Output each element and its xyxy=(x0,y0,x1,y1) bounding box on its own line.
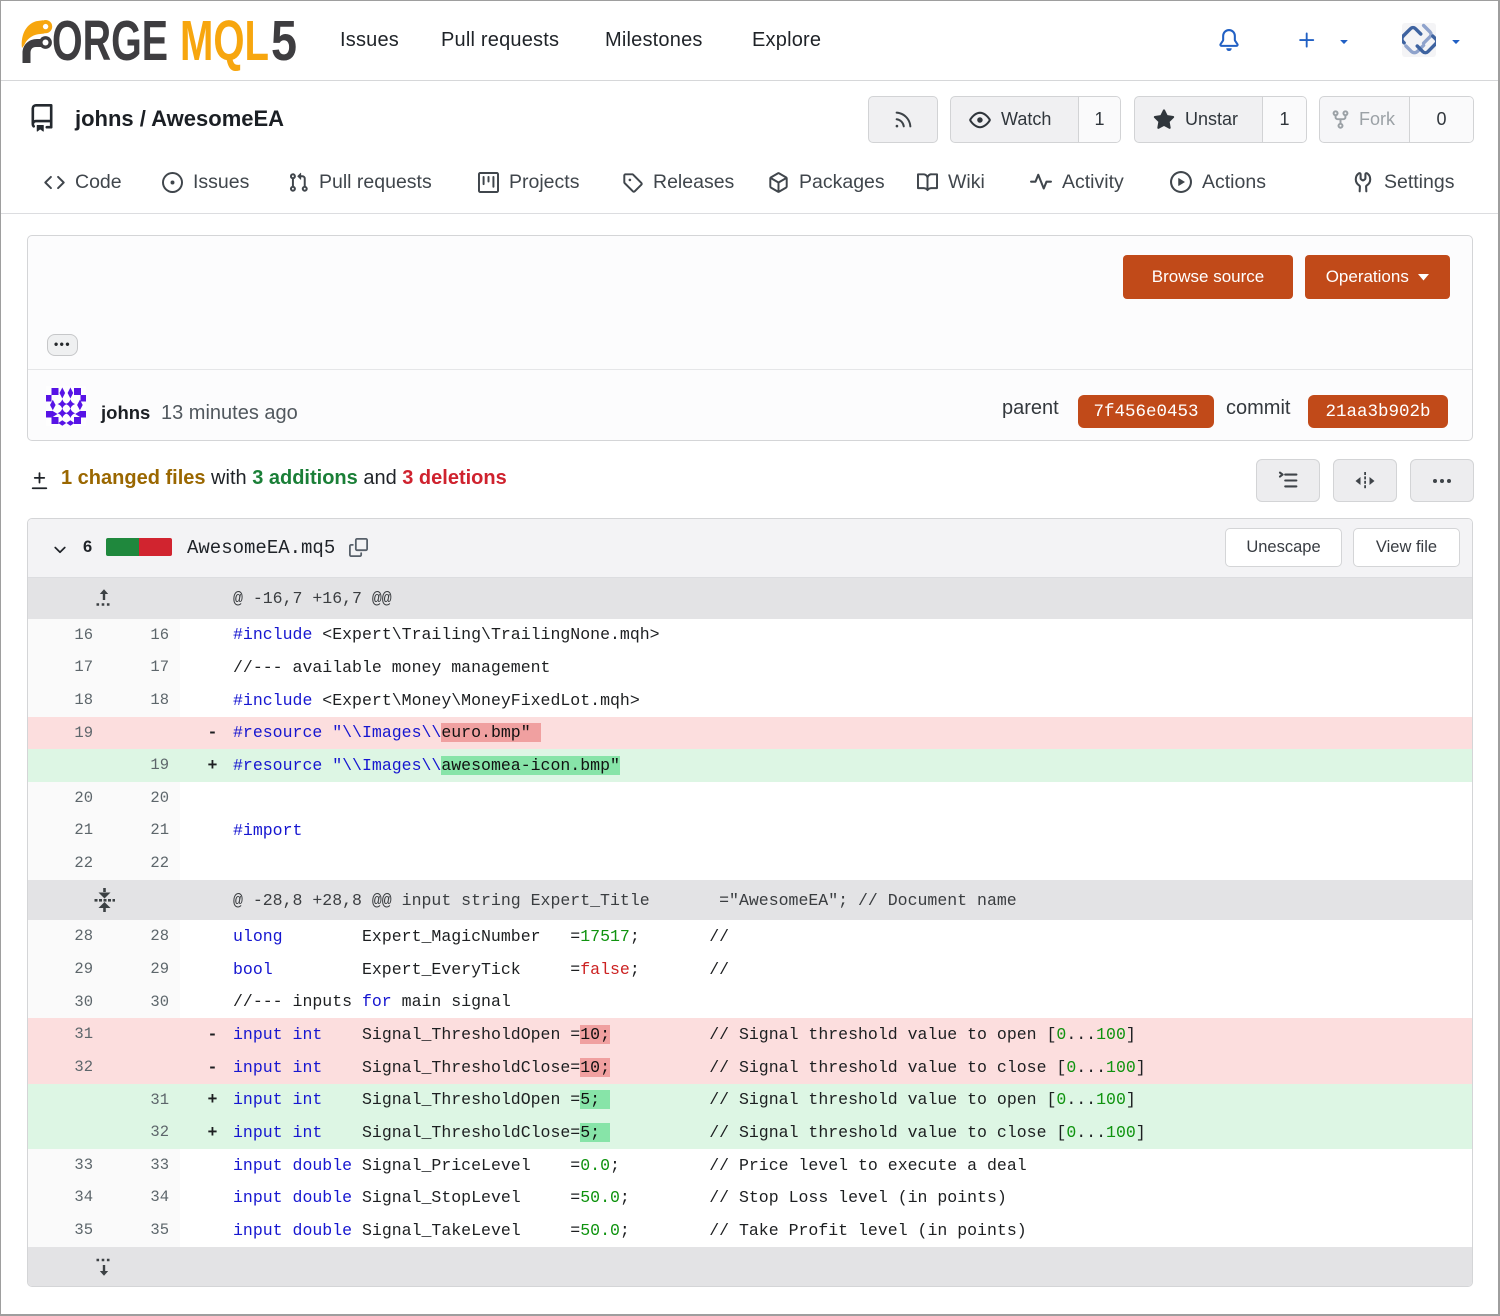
svg-text:5: 5 xyxy=(271,10,297,72)
svg-text:ORGE: ORGE xyxy=(52,10,168,72)
svg-text:MQL: MQL xyxy=(180,10,269,72)
